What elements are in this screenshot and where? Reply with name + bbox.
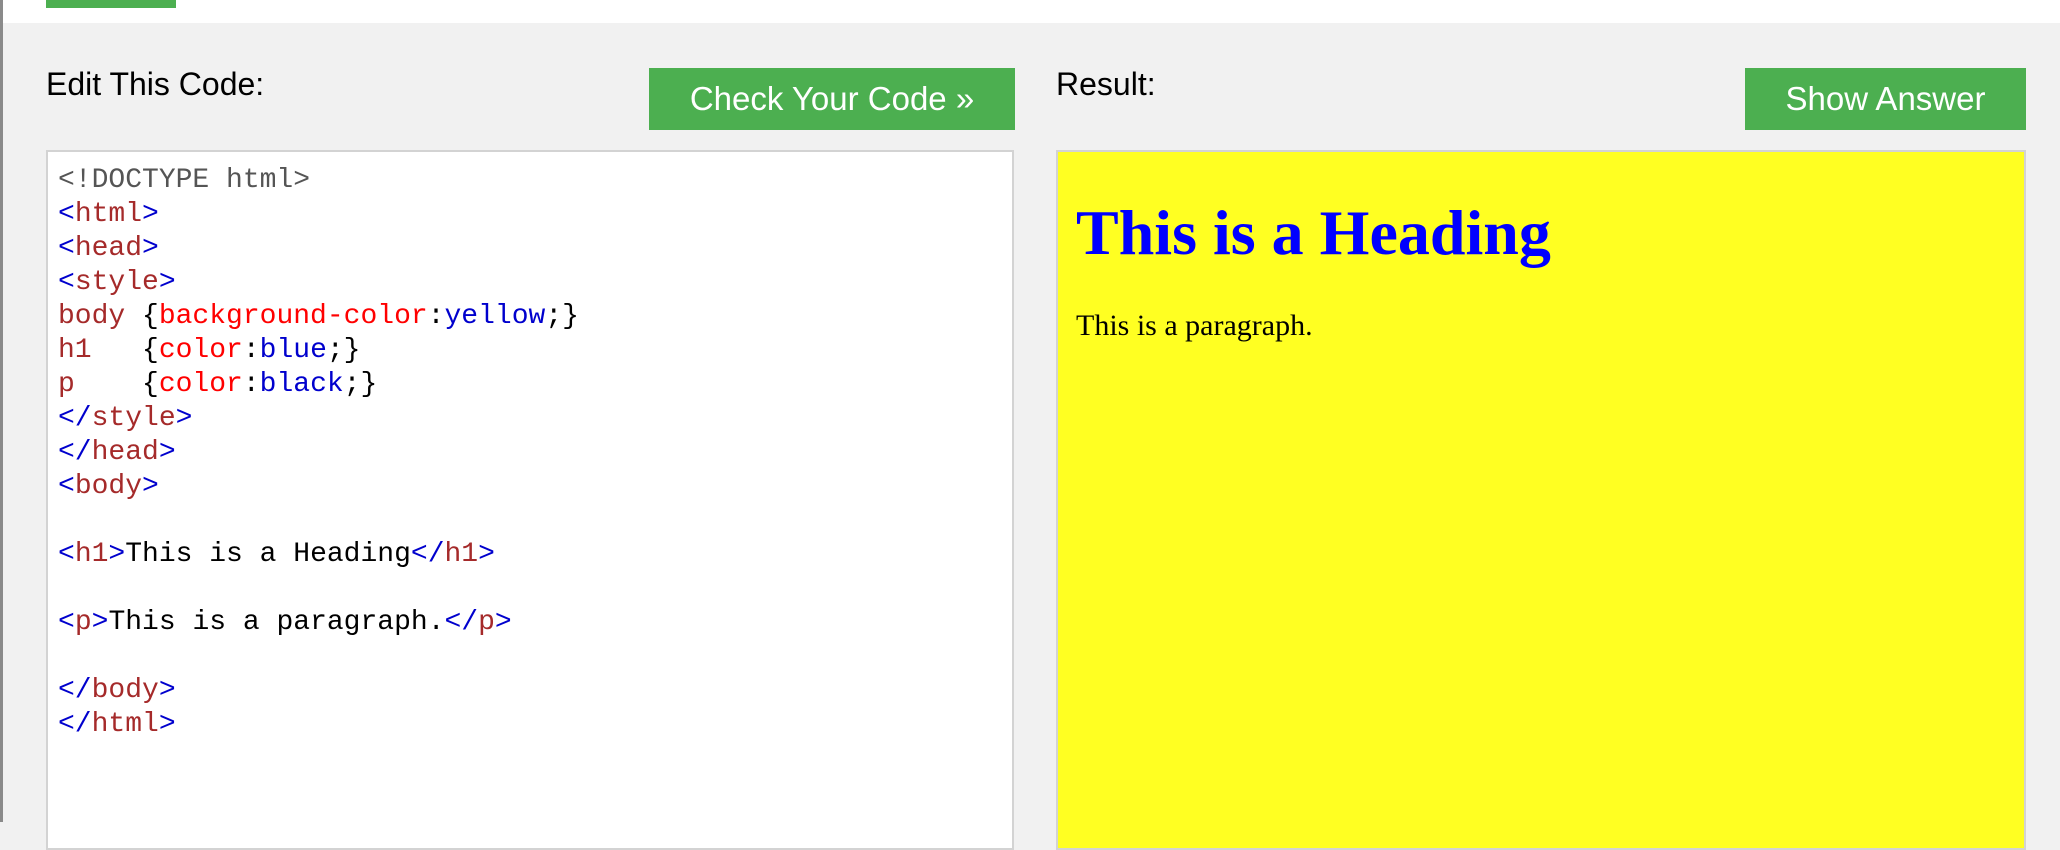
top-bar	[0, 0, 2060, 23]
code-token: This is a Heading	[125, 539, 411, 570]
code-token: head	[74, 233, 143, 264]
code-token: h1	[74, 539, 109, 570]
result-title: Result:	[1056, 66, 1156, 102]
code-token: blue	[259, 335, 327, 366]
check-your-code-button[interactable]: Check Your Code »	[649, 68, 1015, 130]
code-token: >	[108, 539, 126, 570]
code-token: </	[58, 403, 92, 434]
top-tab-indicator[interactable]	[46, 0, 176, 8]
code-token: <	[58, 471, 75, 502]
code-token: background-color	[158, 301, 428, 332]
code-token: head	[91, 437, 159, 468]
code-token: ;}	[326, 335, 361, 366]
show-answer-button[interactable]: Show Answer	[1745, 68, 2026, 130]
code-token: ;}	[545, 301, 579, 332]
code-token: <	[58, 199, 75, 230]
code-token: <	[58, 233, 75, 264]
code-token: h1	[58, 335, 143, 366]
code-line: </head>	[58, 436, 1012, 470]
code-token: {	[142, 335, 159, 366]
code-token: :	[242, 369, 260, 400]
code-token: color	[158, 335, 243, 366]
code-token: >	[494, 607, 512, 638]
code-token: h1	[444, 539, 479, 570]
code-token: </	[58, 437, 92, 468]
code-token: </	[410, 539, 445, 570]
code-token: body	[74, 471, 143, 502]
code-token: body	[58, 301, 143, 332]
code-token: >	[158, 709, 176, 740]
code-token: <	[58, 539, 75, 570]
code-token: black	[259, 369, 344, 400]
editor-title: Edit This Code:	[46, 66, 265, 102]
code-token: p	[74, 607, 92, 638]
code-line: p {color:black;}	[58, 368, 1012, 402]
code-token: >	[158, 675, 176, 706]
code-token: >	[478, 539, 495, 570]
left-border	[0, 0, 3, 822]
code-token: html	[74, 199, 143, 230]
code-token: >	[91, 607, 109, 638]
code-token: style	[74, 267, 159, 298]
code-token: >	[142, 199, 159, 230]
code-token: </	[444, 607, 479, 638]
code-token: >	[158, 267, 176, 298]
code-token: :	[242, 335, 260, 366]
code-token: This is a paragraph.	[108, 607, 445, 638]
result-frame: This is a Heading This is a paragraph.	[1056, 150, 2026, 850]
code-token: >	[142, 471, 159, 502]
code-token: >	[158, 437, 176, 468]
code-token: {	[142, 301, 159, 332]
code-token: html	[91, 709, 159, 740]
code-token: color	[158, 369, 243, 400]
code-line: <!DOCTYPE html>	[58, 164, 1012, 198]
code-token: style	[91, 403, 176, 434]
code-line: </body>	[58, 674, 1012, 708]
result-paragraph: This is a paragraph.	[1076, 309, 1313, 342]
code-line: <head>	[58, 232, 1012, 266]
code-line: <style>	[58, 266, 1012, 300]
code-token: p	[478, 607, 495, 638]
code-token: <	[58, 607, 75, 638]
code-line: <h1>This is a Heading</h1>	[58, 538, 1012, 572]
code-token: ;}	[343, 369, 378, 400]
result-heading: This is a Heading	[1076, 197, 1551, 268]
code-line: <p>This is a paragraph.</p>	[58, 606, 1012, 640]
code-line: </style>	[58, 402, 1012, 436]
code-token: <	[58, 267, 75, 298]
code-token: {	[142, 369, 159, 400]
code-token: >	[142, 233, 159, 264]
code-token: </	[58, 675, 92, 706]
code-line: <body>	[58, 470, 1012, 504]
code-token: >	[175, 403, 193, 434]
code-token: body	[91, 675, 159, 706]
code-text[interactable]: <!DOCTYPE html> <html> <head> <style> body {…	[48, 152, 1012, 742]
code-line: h1 {color:blue;}	[58, 334, 1012, 368]
code-token: p	[58, 369, 143, 400]
code-token: </	[58, 709, 92, 740]
code-editor[interactable]: <!DOCTYPE html> <html> <head> <style> body {…	[46, 150, 1014, 850]
code-token: yellow	[444, 301, 546, 332]
code-token: :	[427, 301, 445, 332]
code-line: <html>	[58, 198, 1012, 232]
code-line: body {background-color:yellow;}	[58, 300, 1012, 334]
code-token: <!DOCTYPE html>	[58, 165, 311, 196]
code-line: </html>	[58, 708, 1012, 742]
